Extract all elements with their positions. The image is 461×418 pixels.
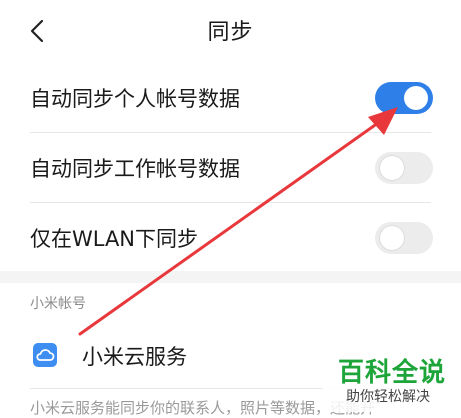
watermark: 百科全说 助你轻松解决 xyxy=(322,350,458,412)
watermark-logo: 百科全说 xyxy=(338,358,447,388)
watermark-slogan: 助你轻松解决 xyxy=(346,389,430,405)
